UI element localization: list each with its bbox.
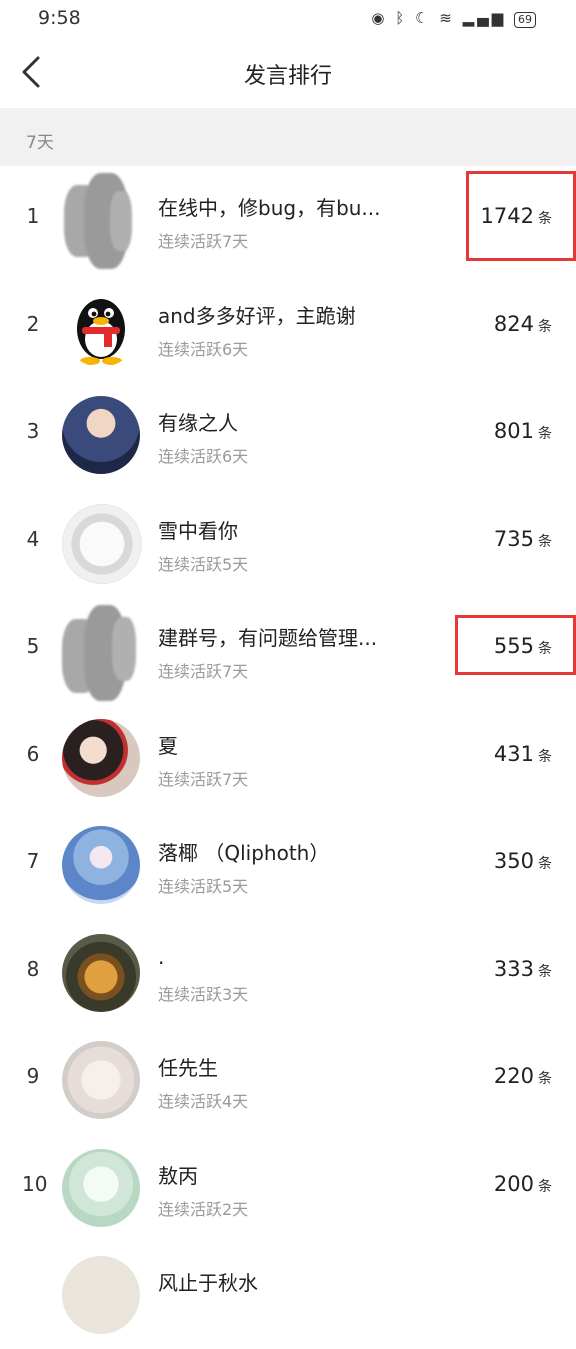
message-count: 200 条 [493,1171,552,1196]
rank-number: 8 [26,956,40,981]
rank-number: 2 [26,311,40,336]
avatar[interactable] [62,718,140,797]
active-days: 连续活跃3天 [158,984,249,1004]
eye-icon: ◉ [371,9,388,27]
wifi-icon: ≋ [439,9,455,27]
message-count: 735 条 [493,526,552,551]
list-item[interactable]: 6 夏 连续活跃7天 431 条 [0,704,576,812]
list-item[interactable]: 8 . 连续活跃3天 333 条 [0,919,576,1027]
avatar[interactable] [62,288,140,367]
moon-icon: ☾ [415,9,432,27]
message-count: 801 条 [493,419,552,443]
message-count: 333 条 [493,956,552,981]
rank-number: 6 [26,741,40,766]
avatar[interactable] [62,503,142,584]
active-days: 连续活跃6天 [158,447,249,466]
message-count: 555 条 [493,634,552,658]
message-count: 431 条 [493,741,552,766]
active-days: 连续活跃4天 [158,1092,249,1111]
member-name: 有缘之人 [158,411,238,435]
member-name: 风止于秋水 [158,1271,258,1295]
member-name: 任先生 [158,1056,218,1080]
list-item[interactable]: 10 敖丙 连续活跃2天 200 条 [0,1134,576,1242]
list-item[interactable]: 风止于秋水 [0,1241,576,1349]
message-count: 220 条 [493,1064,552,1088]
active-days: 连续活跃5天 [158,877,249,896]
active-days: 连续活跃7天 [158,662,249,681]
rank-number: 5 [26,634,40,658]
active-days: 连续活跃7天 [158,769,249,789]
period-label: 7天 [26,133,54,153]
member-name: and多多好评，主跪谢 [158,303,356,328]
active-days: 连续活跃7天 [158,232,249,251]
list-item[interactable]: 2 and多多好评，主跪谢 连续活跃6天 824 条 [0,274,576,382]
page-title: 发言排行 [243,64,332,89]
avatar[interactable] [62,605,140,701]
bluetooth-icon: ᛒ [395,9,408,27]
member-name: 雪中看你 [158,518,238,543]
battery-icon: 69 [514,12,536,28]
avatar[interactable] [62,933,140,1012]
active-days: 连续活跃5天 [158,554,249,574]
member-name: 落椰 （Qliphoth） [158,841,330,865]
section-header: 7天 [0,108,576,166]
avatar[interactable] [62,396,140,474]
signal-icon: ▂▄▆ [462,9,507,27]
list-item[interactable]: 3 有缘之人 连续活跃6天 801 条 [0,381,576,489]
status-time: 9:58 [38,7,81,29]
avatar[interactable] [62,1148,140,1227]
member-name: 在线中，修bug，有bu... [158,196,381,220]
avatar[interactable] [62,826,140,904]
qq-penguin-icon [77,298,125,365]
rank-number: 10 [22,1171,48,1196]
active-days: 连续活跃6天 [158,339,249,359]
avatar[interactable] [62,1041,140,1119]
list-item[interactable]: 1 在线中，修bug，有bu... 连续活跃7天 1742 条 [0,166,576,274]
list-item[interactable]: 9 任先生 连续活跃4天 220 条 [0,1026,576,1134]
list-item[interactable]: 7 落椰 （Qliphoth） 连续活跃5天 350 条 [0,811,576,919]
message-count: 824 条 [493,311,552,336]
message-count: 1742 条 [480,204,552,228]
rank-number: 3 [26,419,40,443]
member-name: 夏 [158,733,178,758]
member-name: 敖丙 [158,1163,198,1188]
rank-number: 4 [26,526,40,551]
member-name: 建群号，有问题给管理... [158,626,378,650]
ranking-list: 1 在线中，修bug，有bu... 连续活跃7天 1742 条 2 and多多好评… [0,166,576,1349]
nav-bar: 发言排行 [0,36,576,108]
list-item[interactable]: 5 建群号，有问题给管理... 连续活跃7天 555 条 [0,596,576,704]
active-days: 连续活跃2天 [158,1199,249,1219]
status-icons: ◉ ᛒ ☾ ≋ ▂▄▆ 69 [371,9,536,28]
status-bar: 9:58 ◉ ᛒ ☾ ≋ ▂▄▆ 69 [0,0,576,36]
message-count: 350 条 [493,849,552,873]
avatar[interactable] [62,1256,140,1334]
rank-number: 1 [26,204,40,228]
rank-number: 7 [26,849,40,873]
avatar[interactable] [62,173,140,269]
member-name: . [158,944,165,969]
list-item[interactable]: 4 雪中看你 连续活跃5天 735 条 [0,489,576,597]
rank-number: 9 [26,1064,40,1088]
